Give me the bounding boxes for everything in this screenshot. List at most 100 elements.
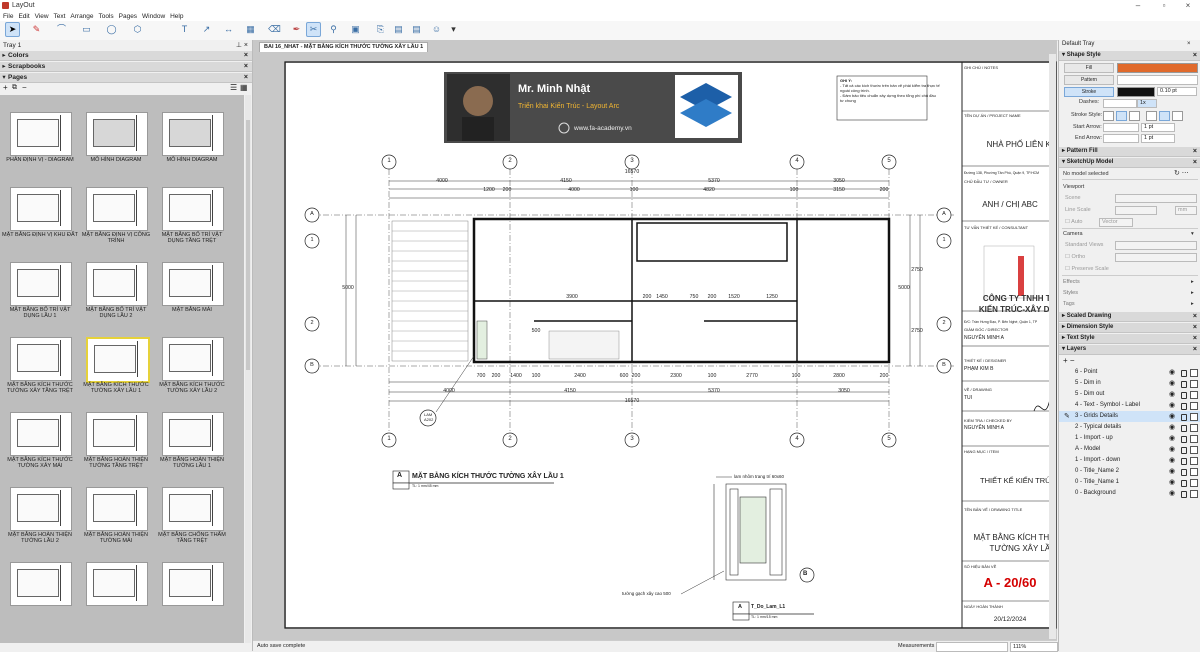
dashes-select[interactable] bbox=[1103, 99, 1137, 108]
menu-file[interactable]: File bbox=[3, 12, 13, 21]
layer-row[interactable]: 0 - Background ◉ bbox=[1059, 488, 1200, 499]
add-page-icon[interactable]: + bbox=[3, 83, 8, 93]
shared-layer-icon[interactable] bbox=[1190, 435, 1198, 443]
styles-expand-icon[interactable]: ▸ bbox=[1191, 290, 1194, 297]
menu-window[interactable]: Window bbox=[142, 12, 165, 21]
start-arrow-select[interactable] bbox=[1103, 123, 1139, 132]
line-unit-select[interactable]: mm bbox=[1175, 206, 1197, 215]
close-icon[interactable]: × bbox=[1176, 1, 1200, 11]
arc-tool-icon[interactable]: ⌒ bbox=[55, 23, 68, 36]
page-thumbnail[interactable] bbox=[162, 562, 224, 606]
layer-row[interactable]: 1 - Import - up ◉ bbox=[1059, 433, 1200, 444]
shared-layer-icon[interactable] bbox=[1190, 468, 1198, 476]
layer-row[interactable]: 2 - Typical details ◉ bbox=[1059, 422, 1200, 433]
maximize-icon[interactable]: ▫ bbox=[1152, 1, 1176, 11]
page-thumbnail[interactable] bbox=[162, 262, 224, 306]
shared-layer-icon[interactable] bbox=[1190, 446, 1198, 454]
preserve-scale-checkbox[interactable]: ☐ Preserve Scale bbox=[1065, 266, 1109, 273]
scene-select[interactable] bbox=[1115, 194, 1197, 203]
lock-icon[interactable] bbox=[1181, 436, 1187, 443]
shared-layer-icon[interactable] bbox=[1190, 413, 1198, 421]
select-tool-icon[interactable]: ➤ bbox=[5, 22, 20, 37]
layer-row[interactable]: 4 - Text - Symbol - Label ◉ bbox=[1059, 400, 1200, 411]
shape-style-header[interactable]: ▾ Shape Style × bbox=[1059, 51, 1200, 61]
lock-icon[interactable] bbox=[1181, 392, 1187, 399]
drawing-sheet[interactable]: Mr. Minh Nhật Triển khai Kiến Trúc - Lay… bbox=[284, 61, 1057, 629]
layer-row[interactable]: ✎ 3 - Grids Details ◉ bbox=[1059, 411, 1200, 422]
minimize-icon[interactable]: – bbox=[1126, 1, 1150, 11]
text-tool-icon[interactable]: T bbox=[178, 23, 191, 36]
lock-icon[interactable] bbox=[1181, 469, 1187, 476]
refresh-icon[interactable]: ↻ ⋯ bbox=[1174, 170, 1189, 177]
eye-icon[interactable]: ◉ bbox=[1169, 411, 1175, 422]
pin-icon[interactable]: ⊥ × bbox=[236, 41, 248, 50]
page-thumbnail[interactable] bbox=[10, 337, 72, 381]
ortho-scale-select[interactable] bbox=[1115, 253, 1197, 262]
styles-label[interactable]: Styles bbox=[1063, 290, 1078, 297]
page-thumbnail[interactable] bbox=[86, 112, 148, 156]
camera-collapse-icon[interactable]: ▾ bbox=[1191, 231, 1194, 238]
eye-icon[interactable]: ◉ bbox=[1169, 444, 1175, 455]
eye-icon[interactable]: ◉ bbox=[1169, 488, 1175, 499]
menu-arrange[interactable]: Arrange bbox=[70, 12, 93, 21]
eye-icon[interactable]: ◉ bbox=[1169, 455, 1175, 466]
delete-page-icon[interactable]: − bbox=[22, 83, 27, 93]
style-tool-icon[interactable]: ✒ bbox=[290, 23, 303, 36]
close-icon[interactable]: × bbox=[244, 51, 248, 60]
colors-panel-header[interactable]: ▸ Colors × bbox=[0, 51, 252, 61]
layers-header[interactable]: ▾ Layers × bbox=[1059, 345, 1200, 355]
document-scrollbar[interactable] bbox=[1049, 54, 1056, 639]
account-icon[interactable]: ☺ bbox=[430, 23, 443, 36]
page-thumbnail[interactable] bbox=[162, 412, 224, 456]
tags-expand-icon[interactable]: ▸ bbox=[1191, 301, 1194, 308]
render-mode-select[interactable]: Vector bbox=[1099, 218, 1133, 227]
menu-edit[interactable]: Edit bbox=[18, 12, 29, 21]
label-tool-icon[interactable]: ↗ bbox=[200, 23, 213, 36]
end-arrow-size[interactable]: 1 pt bbox=[1141, 134, 1175, 143]
page-thumbnail[interactable] bbox=[10, 412, 72, 456]
table-tool-icon[interactable]: ▦ bbox=[244, 23, 257, 36]
circle-tool-icon[interactable]: ◯ bbox=[105, 23, 118, 36]
page-thumbnail[interactable] bbox=[162, 487, 224, 531]
page-thumbnail[interactable] bbox=[10, 487, 72, 531]
page-thumbnail[interactable] bbox=[10, 187, 72, 231]
layer-row[interactable]: 5 - Dim out ◉ bbox=[1059, 389, 1200, 400]
shared-layer-icon[interactable] bbox=[1190, 479, 1198, 487]
stroke-style-buttons[interactable] bbox=[1103, 111, 1193, 121]
list-view-icon[interactable]: ☰ bbox=[230, 83, 237, 93]
more-dropdown-icon[interactable]: ▾ bbox=[447, 23, 460, 36]
lock-icon[interactable] bbox=[1181, 381, 1187, 388]
add-layer-icon[interactable]: + − bbox=[1063, 356, 1075, 365]
stroke-color-swatch[interactable] bbox=[1117, 87, 1155, 97]
menu-tools[interactable]: Tools bbox=[98, 12, 113, 21]
fill-button[interactable]: Fill bbox=[1064, 63, 1114, 73]
menu-view[interactable]: View bbox=[35, 12, 49, 21]
lock-icon[interactable] bbox=[1181, 447, 1187, 454]
eye-icon[interactable]: ◉ bbox=[1169, 422, 1175, 433]
shared-layer-icon[interactable] bbox=[1190, 380, 1198, 388]
stroke-button[interactable]: Stroke bbox=[1064, 87, 1114, 97]
fill-color-swatch[interactable] bbox=[1117, 63, 1198, 73]
ortho-checkbox[interactable]: ☐ Ortho bbox=[1065, 254, 1085, 261]
layer-row[interactable]: A - Model ◉ bbox=[1059, 444, 1200, 455]
dash-scale-select[interactable]: 1x bbox=[1137, 99, 1157, 108]
eraser-tool-icon[interactable]: ⌫ bbox=[268, 23, 281, 36]
effects-expand-icon[interactable]: ▸ bbox=[1191, 279, 1194, 286]
shared-layer-icon[interactable] bbox=[1190, 402, 1198, 410]
lock-icon[interactable] bbox=[1181, 403, 1187, 410]
page-thumbnail[interactable] bbox=[86, 487, 148, 531]
eye-icon[interactable]: ◉ bbox=[1169, 389, 1175, 400]
standard-views-select[interactable] bbox=[1115, 241, 1197, 250]
shared-layer-icon[interactable] bbox=[1190, 424, 1198, 432]
document-tab[interactable]: BAI 16_NHAT - MẶT BẰNG KÍCH THƯỚC TƯỜNG … bbox=[259, 42, 429, 52]
new-page-icon[interactable]: ⎘ bbox=[374, 23, 387, 36]
stroke-width-select[interactable]: 0.10 pt bbox=[1157, 87, 1197, 96]
menu-text[interactable]: Text bbox=[54, 12, 66, 21]
page-thumbnail[interactable] bbox=[86, 337, 150, 383]
layer-row[interactable]: 0 - Title_Name 2 ◉ bbox=[1059, 466, 1200, 477]
tags-label[interactable]: Tags bbox=[1063, 301, 1075, 308]
shared-layer-icon[interactable] bbox=[1190, 391, 1198, 399]
lock-icon[interactable] bbox=[1181, 414, 1187, 421]
shared-layer-icon[interactable] bbox=[1190, 369, 1198, 377]
page-thumbnail[interactable] bbox=[162, 112, 224, 156]
